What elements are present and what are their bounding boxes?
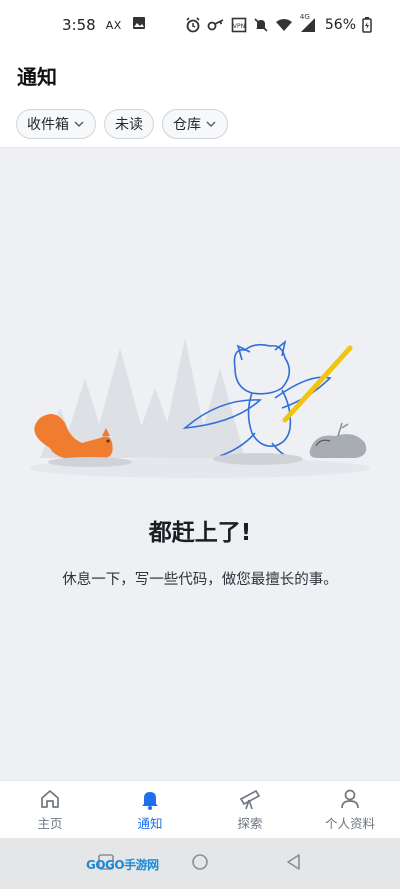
- mute-icon: [253, 17, 269, 33]
- watermark-logo: GOGO手游网: [86, 858, 159, 872]
- home-button[interactable]: [190, 852, 210, 876]
- nav-notifications-label: 通知: [137, 815, 163, 831]
- stick-figure: [282, 345, 353, 423]
- alarm-icon: [185, 17, 201, 33]
- chevron-down-icon: [73, 118, 85, 130]
- home-icon: [39, 788, 61, 810]
- empty-state-description: 休息一下，写一些代码，做您最擅长的事。: [62, 572, 338, 588]
- network-type-label: 4G: [299, 13, 310, 21]
- nav-profile[interactable]: 个人资料: [300, 781, 400, 838]
- signal-icon: 4G: [299, 13, 317, 33]
- octocat-squirrel-illustration: [20, 338, 380, 488]
- filter-bar: 收件箱 未读 仓库: [0, 100, 400, 148]
- status-carrier: AX: [105, 18, 122, 32]
- battery-percent: 56%: [324, 17, 356, 33]
- vpn-icon: VPN: [231, 17, 247, 33]
- nav-explore-label: 探索: [237, 815, 263, 831]
- nav-home[interactable]: 主页: [0, 781, 100, 838]
- app-header: 通知: [0, 50, 400, 100]
- svg-text:VPN: VPN: [233, 23, 245, 30]
- filter-repository-chip[interactable]: 仓库: [162, 108, 228, 139]
- person-icon: [339, 788, 361, 810]
- page-title: 通知: [17, 64, 57, 89]
- rock-figure: [309, 422, 367, 458]
- filter-inbox-label: 收件箱: [27, 116, 69, 133]
- notifications-empty-state: 都赶上了! 休息一下，写一些代码，做您最擅长的事。: [0, 148, 400, 780]
- filter-unread-chip[interactable]: 未读: [104, 108, 154, 139]
- wifi-icon: [275, 18, 293, 32]
- filter-unread-label: 未读: [115, 116, 143, 133]
- battery-icon: [362, 17, 372, 33]
- bell-icon: [139, 788, 161, 810]
- bottom-navigation: 主页 通知 探索 个人资料: [0, 780, 400, 838]
- empty-state-title: 都赶上了!: [148, 520, 252, 546]
- key-icon: [207, 18, 225, 32]
- nav-explore[interactable]: 探索: [200, 781, 300, 838]
- nav-home-label: 主页: [37, 815, 63, 831]
- filter-repository-label: 仓库: [173, 116, 201, 133]
- status-bar: 3:58 AX VPN 4G 56%: [0, 0, 400, 50]
- chevron-down-icon: [205, 118, 217, 130]
- status-time: 3:58: [62, 16, 96, 34]
- back-button[interactable]: [285, 853, 303, 875]
- nav-notifications[interactable]: 通知: [100, 781, 200, 838]
- system-navigation-bar: [0, 838, 400, 889]
- nav-profile-label: 个人资料: [324, 815, 375, 831]
- image-icon: [132, 16, 146, 34]
- filter-inbox-chip[interactable]: 收件箱: [16, 108, 96, 139]
- telescope-icon: [238, 788, 262, 810]
